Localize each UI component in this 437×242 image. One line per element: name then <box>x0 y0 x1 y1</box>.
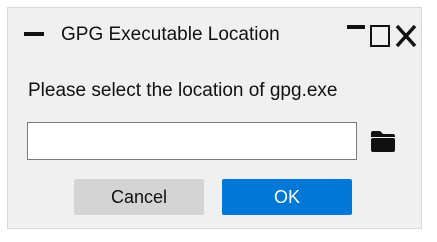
system-menu-icon[interactable] <box>24 32 44 36</box>
browse-button[interactable] <box>366 125 400 157</box>
minimize-icon[interactable] <box>347 25 365 29</box>
gpg-path-input[interactable] <box>27 122 357 160</box>
cancel-button[interactable]: Cancel <box>74 179 204 215</box>
dialog-window: GPG Executable Location Please select th… <box>7 7 422 229</box>
ok-button[interactable]: OK <box>222 179 352 215</box>
window-title: GPG Executable Location <box>61 24 280 45</box>
title-bar[interactable]: GPG Executable Location <box>8 8 421 58</box>
close-icon[interactable] <box>394 23 418 49</box>
maximize-icon[interactable] <box>370 25 390 47</box>
folder-icon <box>366 131 400 161</box>
prompt-text: Please select the location of gpg.exe <box>28 80 338 101</box>
